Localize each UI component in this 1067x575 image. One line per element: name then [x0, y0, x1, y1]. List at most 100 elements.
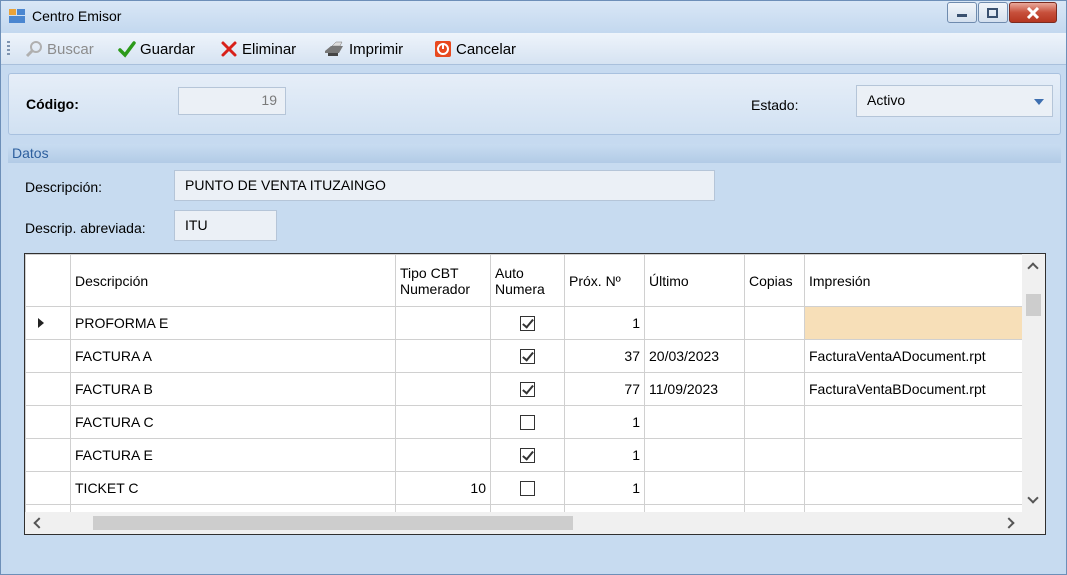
- col-header-tipo-cbt[interactable]: Tipo CBT Numerador: [395, 254, 491, 307]
- cell-descripcion[interactable]: TICKET C: [70, 471, 396, 505]
- imprimir-label: Imprimir: [349, 40, 404, 58]
- cell-descripcion[interactable]: FACTURA C: [70, 405, 396, 439]
- cell-tipo[interactable]: [395, 372, 491, 406]
- minimize-button[interactable]: [947, 2, 977, 23]
- scroll-left-icon[interactable]: [33, 517, 45, 529]
- col-header-prox[interactable]: Próx. Nº: [564, 254, 645, 307]
- auto-numera-checkbox[interactable]: [520, 382, 535, 398]
- cell-tipo[interactable]: 10: [395, 471, 491, 505]
- auto-numera-checkbox[interactable]: [520, 415, 535, 431]
- vertical-scrollbar[interactable]: [1022, 254, 1045, 512]
- cell-auto[interactable]: [490, 405, 565, 439]
- cell-impresion[interactable]: FacturaVentaADocument.rpt: [804, 339, 1035, 373]
- guardar-button[interactable]: Guardar: [118, 39, 195, 59]
- table-row[interactable]: FACTURA B 77 11/09/2023 FacturaVentaBDoc…: [25, 372, 1035, 406]
- col-header-descripcion[interactable]: Descripción: [70, 254, 396, 307]
- cell-prox[interactable]: 1: [564, 306, 645, 340]
- row-header[interactable]: [25, 471, 71, 505]
- col-header-ultimo[interactable]: Último: [644, 254, 745, 307]
- cell-impresion-selected[interactable]: [804, 306, 1035, 340]
- imprimir-button[interactable]: Imprimir: [323, 39, 403, 59]
- col-header-impresion[interactable]: Impresión: [804, 254, 1035, 307]
- cell-prox[interactable]: 77: [564, 372, 645, 406]
- cancelar-button[interactable]: Cancelar: [434, 39, 516, 59]
- row-header[interactable]: [25, 372, 71, 406]
- cell-impresion[interactable]: [804, 405, 1035, 439]
- chevron-down-icon[interactable]: [1034, 99, 1044, 105]
- cell-copias[interactable]: [744, 339, 805, 373]
- cell-copias[interactable]: [744, 306, 805, 340]
- cell-tipo[interactable]: [395, 339, 491, 373]
- cell-auto[interactable]: [490, 438, 565, 472]
- eliminar-button[interactable]: Eliminar: [220, 39, 296, 59]
- table-row[interactable]: FACTURA A 37 20/03/2023 FacturaVentaADoc…: [25, 339, 1035, 373]
- cell-ultimo[interactable]: [644, 438, 745, 472]
- header-panel: Código: 19 Estado: Activo: [8, 73, 1061, 135]
- cell-prox[interactable]: 37: [564, 339, 645, 373]
- close-button[interactable]: [1009, 2, 1057, 23]
- row-header[interactable]: [25, 306, 71, 340]
- cell-prox[interactable]: 1: [564, 405, 645, 439]
- cell-descripcion[interactable]: PROFORMA E: [70, 306, 396, 340]
- abreviada-field[interactable]: ITU: [174, 210, 277, 241]
- col-header-auto-numera[interactable]: Auto Numera: [490, 254, 565, 307]
- cell-tipo[interactable]: [395, 438, 491, 472]
- printer-icon: [325, 41, 343, 56]
- cell-copias[interactable]: [744, 405, 805, 439]
- row-header[interactable]: [25, 438, 71, 472]
- row-header[interactable]: [25, 339, 71, 373]
- cell-descripcion[interactable]: FACTURA E: [70, 438, 396, 472]
- minimize-icon: [957, 13, 967, 17]
- estado-dropdown[interactable]: Activo: [856, 85, 1053, 117]
- abreviada-label: Descrip. abreviada:: [25, 220, 146, 236]
- cell-auto[interactable]: [490, 339, 565, 373]
- table-row[interactable]: FACTURA C 1: [25, 405, 1035, 439]
- cell-ultimo[interactable]: 20/03/2023: [644, 339, 745, 373]
- table-row[interactable]: PROFORMA E 1: [25, 306, 1035, 340]
- horizontal-scrollbar[interactable]: [25, 512, 1045, 534]
- table-row[interactable]: FACTURA E 1: [25, 438, 1035, 472]
- vertical-scroll-thumb[interactable]: [1026, 294, 1041, 316]
- cell-impresion[interactable]: [804, 471, 1035, 505]
- auto-numera-checkbox[interactable]: [520, 349, 535, 365]
- scroll-down-icon[interactable]: [1027, 492, 1039, 504]
- comprobantes-grid[interactable]: Descripción Tipo CBT Numerador Auto Nume…: [24, 253, 1046, 535]
- cell-copias[interactable]: [744, 372, 805, 406]
- horizontal-scroll-thumb[interactable]: [93, 516, 573, 530]
- cell-impresion[interactable]: [804, 438, 1035, 472]
- col-header-tipo-line1: Tipo CBT: [400, 264, 459, 281]
- toolbar: Buscar Guardar Eliminar Imprimir Cancela…: [1, 33, 1066, 65]
- buscar-button[interactable]: Buscar: [25, 39, 94, 59]
- cell-ultimo[interactable]: [644, 306, 745, 340]
- cell-descripcion[interactable]: FACTURA A: [70, 339, 396, 373]
- search-icon: [25, 41, 42, 58]
- codigo-field[interactable]: 19: [178, 87, 286, 115]
- toolbar-grip[interactable]: [7, 41, 10, 57]
- table-row[interactable]: TICKET C 10 1: [25, 471, 1035, 505]
- cell-prox[interactable]: 1: [564, 438, 645, 472]
- cell-descripcion[interactable]: FACTURA B: [70, 372, 396, 406]
- scroll-up-icon[interactable]: [1027, 262, 1039, 274]
- col-header-auto-line2: Numera: [495, 280, 545, 297]
- col-header-copias[interactable]: Copias: [744, 254, 805, 307]
- descripcion-field[interactable]: PUNTO DE VENTA ITUZAINGO: [174, 170, 715, 201]
- cell-copias[interactable]: [744, 471, 805, 505]
- cell-tipo[interactable]: [395, 306, 491, 340]
- row-header-corner[interactable]: [25, 254, 71, 307]
- cell-auto[interactable]: [490, 372, 565, 406]
- cell-auto[interactable]: [490, 306, 565, 340]
- cell-impresion[interactable]: FacturaVentaBDocument.rpt: [804, 372, 1035, 406]
- cell-copias[interactable]: [744, 438, 805, 472]
- cell-tipo[interactable]: [395, 405, 491, 439]
- scroll-right-icon[interactable]: [1003, 517, 1015, 529]
- cell-auto[interactable]: [490, 471, 565, 505]
- auto-numera-checkbox[interactable]: [520, 448, 535, 464]
- auto-numera-checkbox[interactable]: [520, 316, 535, 332]
- maximize-button[interactable]: [978, 2, 1008, 23]
- cell-ultimo[interactable]: [644, 405, 745, 439]
- row-header[interactable]: [25, 405, 71, 439]
- cell-ultimo[interactable]: 11/09/2023: [644, 372, 745, 406]
- auto-numera-checkbox[interactable]: [520, 481, 535, 497]
- cell-prox[interactable]: 1: [564, 471, 645, 505]
- cell-ultimo[interactable]: [644, 471, 745, 505]
